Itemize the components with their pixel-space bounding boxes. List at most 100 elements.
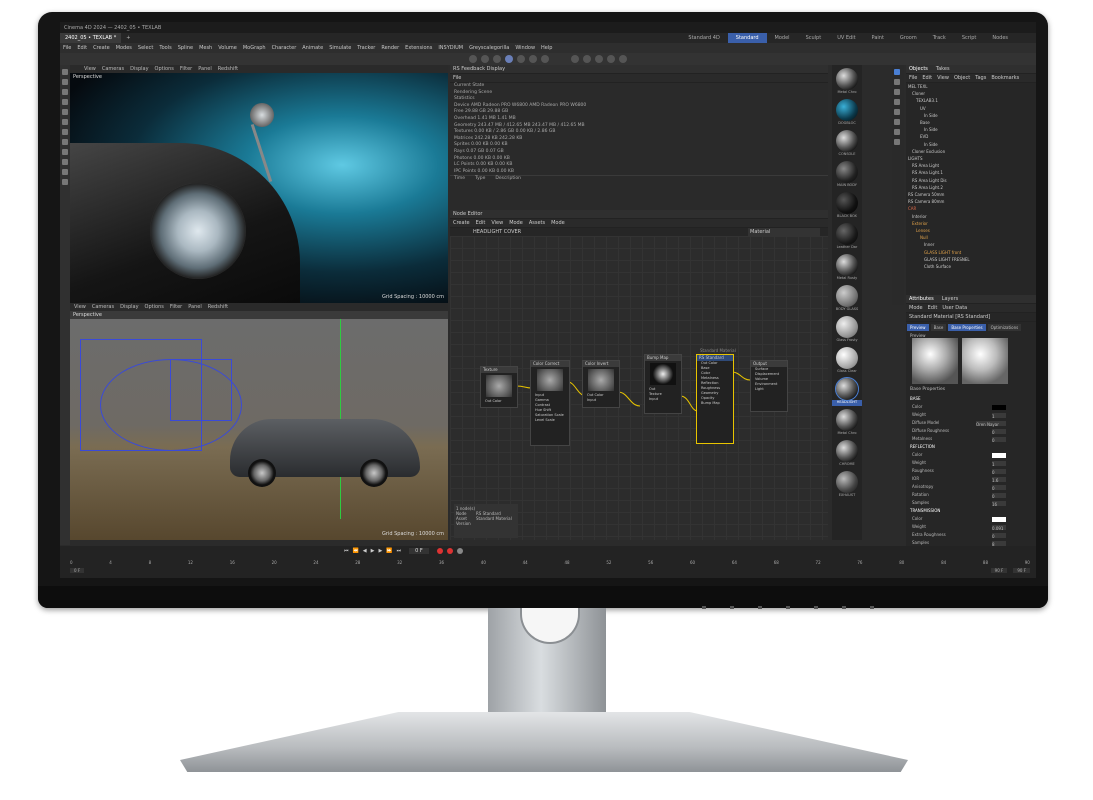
- layout-tab[interactable]: Groom: [892, 33, 925, 43]
- viewport-bottom[interactable]: View Cameras Display Options Filter Pane…: [70, 303, 448, 540]
- viewport-menu-item[interactable]: Cameras: [102, 66, 124, 72]
- polygons-mode-icon[interactable]: [62, 129, 68, 135]
- viewport-menu-item[interactable]: Redshift: [218, 66, 238, 72]
- color-swatch[interactable]: [992, 404, 1006, 410]
- menu-item[interactable]: Select: [138, 45, 153, 51]
- object-item[interactable]: RS Area Light: [906, 162, 1036, 169]
- menu-item[interactable]: Create: [93, 45, 110, 51]
- viewport-menu-item[interactable]: Filter: [170, 304, 182, 310]
- light-icon[interactable]: [619, 55, 627, 63]
- viewport-menu-item[interactable]: Cameras: [92, 304, 114, 310]
- object-item[interactable]: GLASS LIGHT FRESNEL: [906, 256, 1036, 263]
- viewport-menu-item[interactable]: Panel: [188, 304, 202, 310]
- autokey-icon[interactable]: [446, 548, 453, 554]
- node-color-correct[interactable]: Color Correct Input Gamma Contrast Hue S…: [530, 360, 570, 446]
- object-item[interactable]: EVD: [906, 133, 1036, 140]
- light-icon[interactable]: [894, 99, 900, 105]
- object-item[interactable]: Cloner Exclusion: [906, 148, 1036, 155]
- property-row[interactable]: Samples 16: [906, 499, 1036, 507]
- menu-item[interactable]: Animate: [302, 45, 323, 51]
- menu-item[interactable]: Modes: [116, 45, 132, 51]
- object-icon[interactable]: [894, 69, 900, 75]
- color-swatch[interactable]: [992, 452, 1006, 458]
- render-region-icon[interactable]: [481, 55, 489, 63]
- object-menu-item[interactable]: View: [937, 74, 949, 82]
- layout-tab-active[interactable]: Standard: [727, 33, 767, 43]
- next-key-icon[interactable]: ⏩: [386, 548, 392, 554]
- attr-menu-item[interactable]: User Data: [942, 304, 967, 312]
- material-swatch[interactable]: [836, 192, 858, 214]
- menu-item[interactable]: Mesh: [199, 45, 212, 51]
- viewport-menu-item[interactable]: Display: [120, 304, 138, 310]
- viewport-menu-item[interactable]: Panel: [198, 66, 212, 72]
- object-item[interactable]: MEL TEXL: [906, 83, 1036, 90]
- viewport-top[interactable]: View Cameras Display Options Filter Pane…: [70, 65, 448, 303]
- layout-tab[interactable]: Track: [925, 33, 954, 43]
- node-port[interactable]: Input: [583, 398, 619, 403]
- layout-tab[interactable]: Model: [767, 33, 798, 43]
- menu-item[interactable]: Simulate: [329, 45, 351, 51]
- menu-item[interactable]: Help: [541, 45, 552, 51]
- keyframe-icon[interactable]: [456, 548, 463, 554]
- material-swatch[interactable]: [836, 130, 858, 152]
- group-header[interactable]: REFLECTION: [906, 443, 1036, 451]
- node-port[interactable]: Light: [751, 387, 787, 392]
- material-swatch[interactable]: [836, 347, 858, 369]
- object-item[interactable]: Cloth Surface: [906, 263, 1036, 270]
- object-item[interactable]: RS Camera 50mm: [906, 191, 1036, 198]
- menu-item[interactable]: Render: [381, 45, 399, 51]
- menu-item[interactable]: Greyscalegorilla: [469, 45, 509, 51]
- node-menu-item[interactable]: Mode: [551, 219, 565, 227]
- rotate-icon[interactable]: [62, 99, 68, 105]
- snap-toggle-icon[interactable]: [62, 159, 68, 165]
- node-rs-standard[interactable]: RS Standard Out Color Base Color Metalne…: [696, 354, 734, 444]
- feedback-menu[interactable]: File: [450, 74, 828, 83]
- object-item[interactable]: Interior: [906, 213, 1036, 220]
- prop-value[interactable]: Oren Nayar: [976, 420, 1006, 427]
- menu-item[interactable]: Spline: [178, 45, 193, 51]
- object-menu-item[interactable]: Tags: [975, 74, 986, 82]
- object-item[interactable]: Lenses: [906, 227, 1036, 234]
- camera-icon[interactable]: [894, 89, 900, 95]
- viewport-menu-item[interactable]: View: [84, 66, 96, 72]
- menu-item[interactable]: Tools: [159, 45, 171, 51]
- group-header[interactable]: BASE: [906, 395, 1036, 403]
- property-row[interactable]: Color: [906, 515, 1036, 523]
- layout-tab[interactable]: Sculpt: [798, 33, 830, 43]
- prev-frame-icon[interactable]: ◀: [363, 548, 367, 554]
- layout-tab[interactable]: UV Edit: [829, 33, 863, 43]
- material-swatch[interactable]: [836, 254, 858, 276]
- prop-value[interactable]: 0: [992, 532, 1006, 539]
- tab-takes[interactable]: Takes: [936, 65, 950, 73]
- attr-menu-item[interactable]: Edit: [928, 304, 938, 312]
- prop-value[interactable]: 8: [992, 540, 1006, 547]
- property-row[interactable]: Extra Roughness 0: [906, 531, 1036, 539]
- property-row[interactable]: Metalness 0: [906, 435, 1036, 443]
- prop-value[interactable]: 1: [992, 460, 1006, 467]
- node-texture[interactable]: Texture Out Color: [480, 366, 518, 408]
- viewport-menu-item[interactable]: Redshift: [208, 304, 228, 310]
- new-tab-plus-icon[interactable]: +: [121, 33, 135, 43]
- object-item[interactable]: RS Area Light Dis: [906, 177, 1036, 184]
- prop-value[interactable]: 0: [992, 436, 1006, 443]
- nurbs-icon[interactable]: [595, 55, 603, 63]
- workplane-icon[interactable]: [541, 55, 549, 63]
- node-menu-item[interactable]: Edit: [476, 219, 486, 227]
- node-menu-item[interactable]: View: [491, 219, 503, 227]
- node-menu-item[interactable]: Mode: [509, 219, 523, 227]
- select-icon[interactable]: [62, 69, 68, 75]
- color-swatch[interactable]: [992, 516, 1006, 522]
- axis-icon[interactable]: [529, 55, 537, 63]
- object-menu-item[interactable]: Object: [954, 74, 970, 82]
- timeline-ruler[interactable]: 0 4 8 12 16 20 24 28 32 36 40 44 48 52 5…: [70, 558, 1030, 566]
- redshift-ipr-icon[interactable]: [505, 55, 513, 63]
- node-port[interactable]: Level Scale: [531, 418, 569, 423]
- menu-item[interactable]: MoGraph: [243, 45, 266, 51]
- next-frame-icon[interactable]: ▶: [378, 548, 382, 554]
- material-swatch[interactable]: [836, 285, 858, 307]
- range-max[interactable]: 90 F: [1013, 568, 1030, 573]
- prev-key-icon[interactable]: ⏪: [353, 548, 359, 554]
- prop-value[interactable]: 1: [992, 412, 1006, 419]
- group-header[interactable]: TRANSMISSION: [906, 507, 1036, 515]
- object-item[interactable]: In Side: [906, 112, 1036, 119]
